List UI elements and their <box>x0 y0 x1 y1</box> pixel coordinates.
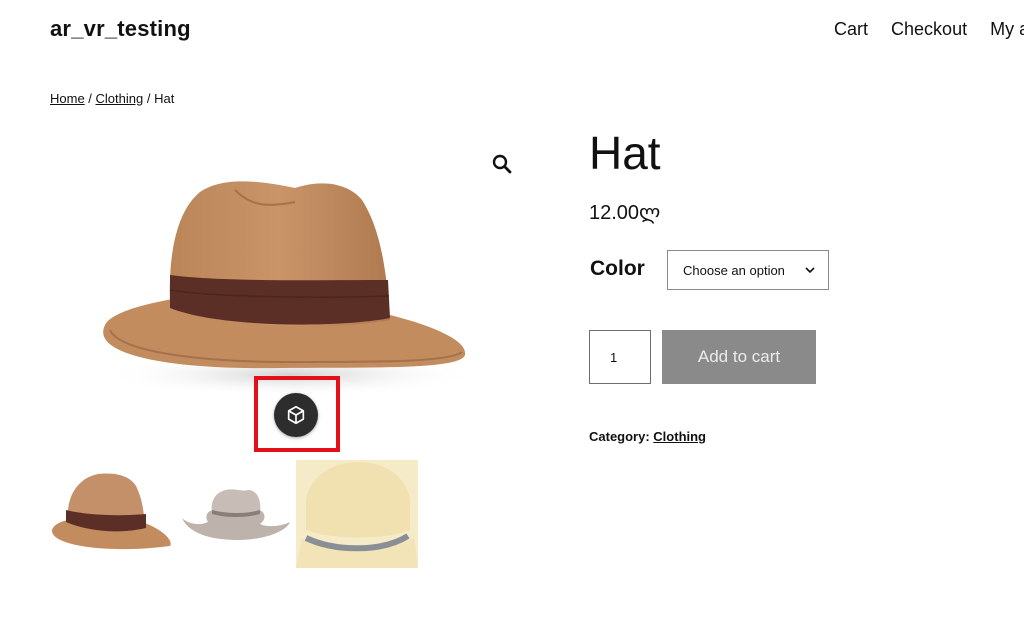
ar-view-button[interactable] <box>274 393 318 437</box>
nav-checkout[interactable]: Checkout <box>891 19 967 39</box>
category-link[interactable]: Clothing <box>653 429 706 444</box>
breadcrumb-home[interactable]: Home <box>50 91 85 106</box>
breadcrumb-separator: / <box>84 91 96 106</box>
magnifier-icon[interactable] <box>490 152 514 176</box>
thumbnail-cowboy-hat[interactable] <box>178 460 294 560</box>
breadcrumb-clothing[interactable]: Clothing <box>96 91 144 106</box>
nav-cart[interactable]: Cart <box>834 19 868 39</box>
cube-icon <box>287 405 305 425</box>
color-label: Color <box>590 257 645 280</box>
thumbnail-straw-hat[interactable] <box>296 460 418 568</box>
breadcrumb: Home / Clothing / Hat <box>50 91 174 106</box>
site-title[interactable]: ar_vr_testing <box>50 16 191 42</box>
top-nav: Cart Checkout My ac <box>834 19 1024 40</box>
breadcrumb-separator: / <box>143 91 155 106</box>
product-title: Hat <box>589 127 661 179</box>
quantity-value: 1 <box>610 349 618 365</box>
color-select[interactable]: Choose an option <box>667 250 829 290</box>
color-select-value: Choose an option <box>683 262 785 278</box>
add-to-cart-button[interactable]: Add to cart <box>662 330 816 384</box>
product-price: 12.00ლ <box>589 202 661 224</box>
chevron-down-icon <box>805 267 815 274</box>
category-label: Category: <box>589 429 654 444</box>
quantity-input[interactable]: 1 <box>589 330 651 384</box>
breadcrumb-current: Hat <box>154 91 175 106</box>
product-category: Category: Clothing <box>589 429 706 444</box>
thumbnail-fedora[interactable] <box>50 460 172 560</box>
nav-my-account[interactable]: My ac <box>990 19 1024 39</box>
